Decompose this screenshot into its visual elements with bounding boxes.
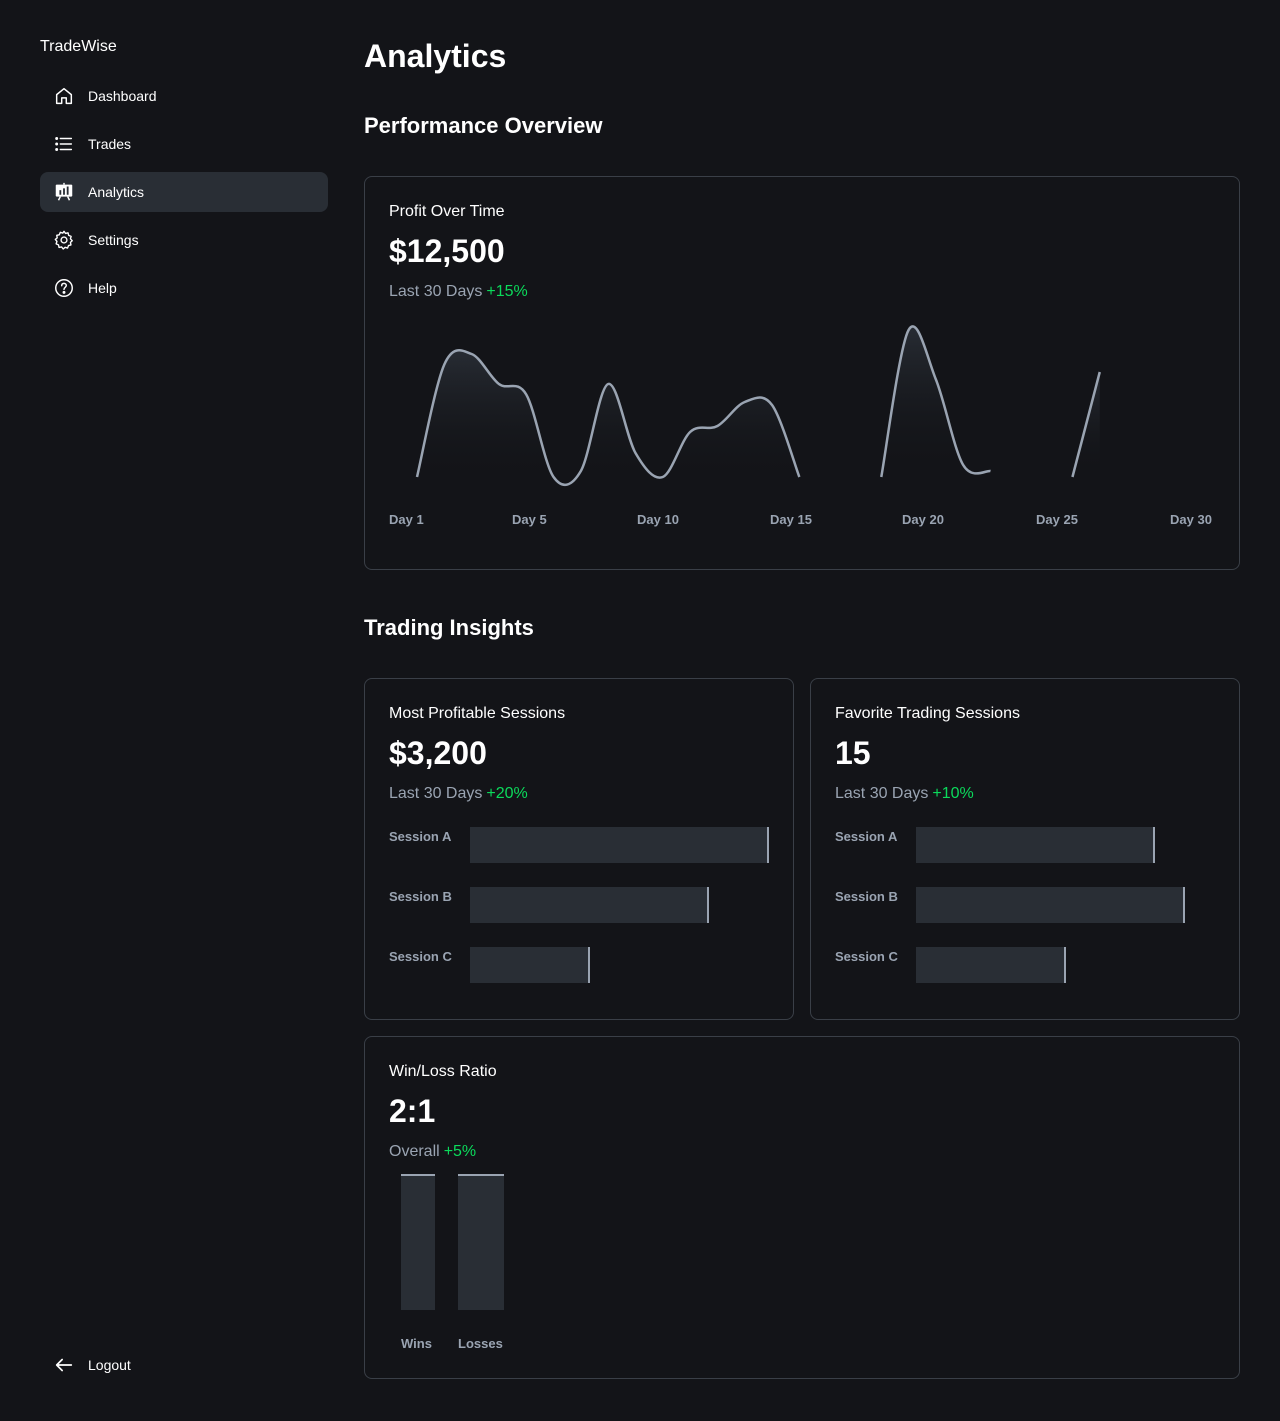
session-bar [916, 827, 1156, 863]
session-bar [916, 947, 1066, 983]
sidebar-item-dashboard[interactable]: Dashboard [40, 76, 328, 116]
period-label: Last 30 Days [389, 283, 483, 300]
x-tick-label: Day 10 [637, 512, 679, 527]
sidebar-nav: Dashboard Trades Analytics Settings Help [40, 76, 328, 316]
card-subtitle: Last 30 Days +10% [835, 785, 974, 803]
card-title: Favorite Trading Sessions [835, 705, 1020, 722]
card-value: $12,500 [389, 233, 505, 269]
delta-badge: +20% [486, 785, 528, 802]
x-axis-labels: Day 1 Day 5 Day 10 Day 15 Day 20 Day 25 Day 30 [389, 512, 1215, 532]
session-label: Session A [389, 829, 452, 844]
insights-heading: Trading Insights [364, 615, 534, 640]
sidebar-item-help[interactable]: Help [40, 268, 328, 308]
win-loss-bar-chart: Wins Losses [365, 1037, 1241, 1380]
win-loss-ratio-card: Win/Loss Ratio 2:1 Overall +5% Wins Losses [364, 1036, 1240, 1379]
sidebar-item-label: Trades [88, 136, 132, 152]
most-profitable-sessions-card: Most Profitable Sessions $3,200 Last 30 … [364, 678, 794, 1020]
session-row: Session A [389, 827, 769, 863]
sidebar-item-label: Settings [88, 232, 139, 248]
sidebar-item-settings[interactable]: Settings [40, 220, 328, 260]
session-row: Session A [835, 827, 1215, 863]
sidebar-item-analytics[interactable]: Analytics [40, 172, 328, 212]
card-subtitle: Last 30 Days +15% [389, 283, 528, 301]
line-area [881, 326, 991, 477]
performance-heading: Performance Overview [364, 113, 603, 138]
session-row: Session C [389, 947, 769, 983]
period-label: Last 30 Days [835, 785, 929, 802]
logout-label: Logout [88, 1357, 131, 1373]
period-label: Last 30 Days [389, 785, 483, 802]
x-tick-label: Day 25 [1036, 512, 1078, 527]
session-bar [470, 887, 710, 923]
session-bar [916, 887, 1186, 923]
session-label: Session C [835, 949, 898, 964]
card-value: 15 [835, 735, 871, 771]
question-circle-icon [52, 276, 76, 300]
presentation-chart-icon [52, 180, 76, 204]
x-tick-label: Losses [458, 1336, 503, 1351]
delta-badge: +10% [932, 785, 974, 802]
x-tick-label: Wins [401, 1336, 432, 1351]
logout-button[interactable]: Logout [40, 1345, 328, 1385]
card-title: Most Profitable Sessions [389, 705, 566, 722]
win-loss-bar [458, 1174, 504, 1310]
card-subtitle: Last 30 Days +20% [389, 785, 528, 803]
list-icon [52, 132, 76, 156]
session-label: Session C [389, 949, 452, 964]
profit-over-time-card: Profit Over Time $12,500 Last 30 Days +15… [364, 176, 1240, 570]
sidebar-item-label: Help [88, 280, 117, 296]
x-tick-label: Day 5 [512, 512, 547, 527]
card-value: $3,200 [389, 735, 487, 771]
sidebar-item-trades[interactable]: Trades [40, 124, 328, 164]
arrow-left-icon [52, 1353, 76, 1377]
app-name: TradeWise [40, 38, 117, 55]
x-tick-label: Day 1 [389, 512, 424, 527]
x-tick-label: Day 30 [1170, 512, 1212, 527]
house-icon [52, 84, 76, 108]
session-label: Session B [835, 889, 898, 904]
favorite-trading-sessions-card: Favorite Trading Sessions 15 Last 30 Day… [810, 678, 1240, 1020]
session-row: Session C [835, 947, 1215, 983]
session-row: Session B [835, 887, 1215, 923]
x-tick-label: Day 20 [902, 512, 944, 527]
sidebar-item-label: Analytics [88, 184, 145, 200]
sidebar: TradeWise Dashboard Trades Analytics Set… [0, 0, 344, 1421]
card-title: Profit Over Time [389, 203, 505, 220]
gear-icon [52, 228, 76, 252]
line-area [417, 350, 800, 485]
delta-badge: +15% [486, 283, 528, 300]
session-bar [470, 947, 590, 983]
session-bar [470, 827, 769, 863]
sidebar-item-label: Dashboard [88, 88, 157, 104]
win-loss-bar [401, 1174, 435, 1310]
session-row: Session B [389, 887, 769, 923]
profit-line-chart [415, 325, 1101, 487]
x-tick-label: Day 15 [770, 512, 812, 527]
session-label: Session B [389, 889, 452, 904]
session-label: Session A [835, 829, 898, 844]
page-title: Analytics [364, 38, 507, 74]
